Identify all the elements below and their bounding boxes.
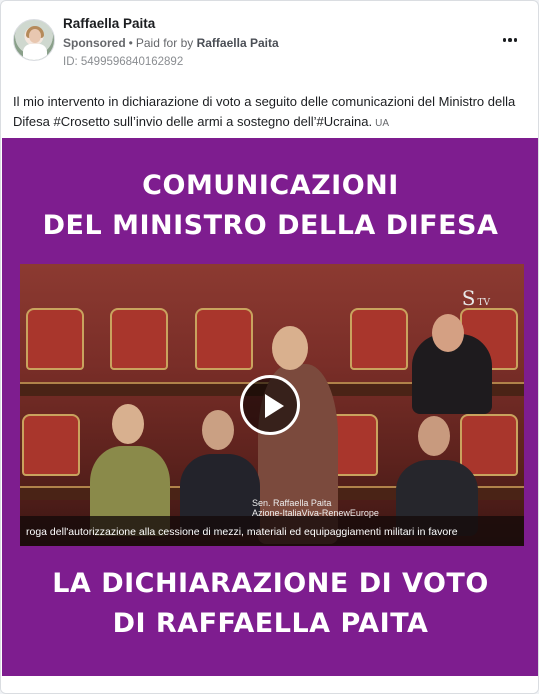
channel-logo: S [461, 286, 476, 310]
headline-bottom-line2: DI RAFFAELLA PAITA [112, 608, 429, 639]
post-body: Il mio intervento in dichiarazione di vo… [13, 94, 516, 129]
card-footer [1, 677, 538, 693]
senator-head [112, 404, 144, 444]
senate-seat [195, 308, 253, 370]
post-header: Raffaella Paita Sponsored • Paid for by Ra… [13, 13, 526, 73]
headline-bottom-line1: LA DICHIARAZIONE DI VOTO [52, 568, 489, 599]
ad-card: Raffaella Paita Sponsored • Paid for by Ra… [0, 0, 539, 694]
senate-seat [22, 414, 80, 476]
senate-seat [26, 308, 84, 370]
speaker-head [272, 326, 308, 370]
headline-bottom: LA DICHIARAZIONE DI VOTO DI RAFFAELLA PA… [2, 564, 538, 644]
video-subtitle: roga dell'autorizzazione alla cessione d… [26, 526, 458, 538]
speaker-caption: Sen. Raffaella Paita Azione-ItaliaViva-R… [252, 498, 379, 518]
senate-seat [110, 308, 168, 370]
paid-for-label: Paid for by [135, 36, 194, 50]
senator-head [418, 416, 450, 456]
play-icon[interactable] [240, 375, 300, 435]
senate-seat [350, 308, 408, 370]
sponsored-label: Sponsored [63, 36, 126, 50]
payer-name[interactable]: Raffaella Paita [197, 36, 279, 50]
avatar-body [23, 44, 47, 60]
senator-head [432, 314, 464, 352]
separator-dot: • [128, 36, 133, 50]
more-options-button[interactable] [498, 31, 522, 49]
more-dot [508, 38, 512, 42]
headline-top-line2: DEL MINISTRO DELLA DIFESA [42, 210, 499, 241]
post-text: Il mio intervento in dichiarazione di vo… [13, 92, 525, 134]
speaker-caption-name: Sen. Raffaella Paita [252, 498, 332, 508]
language-tag[interactable]: UA [375, 118, 389, 129]
senato-tv-logo: S TV [462, 286, 490, 310]
avatar[interactable] [13, 19, 55, 61]
more-dots-icon [502, 38, 507, 42]
channel-suffix: TV [477, 298, 490, 308]
page-name[interactable]: Raffaella Paita [63, 16, 155, 31]
headline-top: COMUNICAZIONI DEL MINISTRO DELLA DIFESA [2, 166, 538, 246]
sponsored-line: Sponsored • Paid for by Raffaella Paita [63, 36, 279, 50]
senator-head [202, 410, 234, 450]
avatar-face [29, 29, 41, 43]
senate-seat [460, 414, 518, 476]
speaker-caption-party: Azione-ItaliaViva-RenewEurope [252, 508, 379, 518]
ad-id: ID: 5499596840162892 [63, 56, 184, 68]
headline-top-line1: COMUNICAZIONI [142, 170, 399, 201]
more-dot [513, 38, 518, 42]
